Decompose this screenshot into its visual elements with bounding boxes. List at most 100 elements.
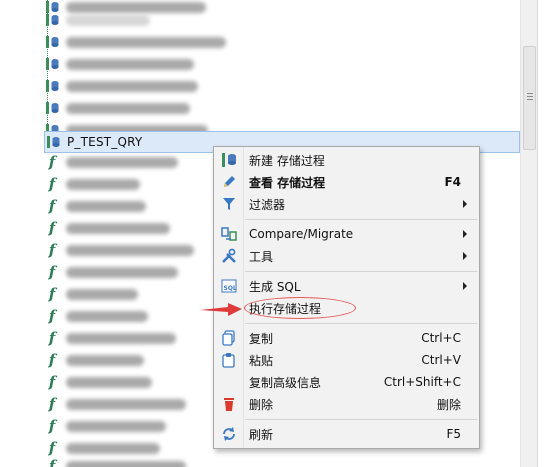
menu-separator	[245, 323, 477, 324]
tree-row-function[interactable]: f	[44, 455, 520, 467]
menu-shortcut: 删除	[436, 397, 461, 412]
redacted-name	[66, 398, 186, 410]
tools-icon	[218, 245, 240, 267]
menu-shortcut: Ctrl+C	[421, 331, 461, 345]
menu-label: 生成 SQL	[249, 279, 301, 294]
menu-label: 查看 存储过程	[249, 175, 326, 190]
procedure-icon	[44, 34, 60, 50]
menu-shortcut: F5	[446, 427, 461, 441]
tree-row-procedure[interactable]	[44, 9, 520, 31]
function-icon: f	[48, 351, 56, 369]
menu-item-view-procedure[interactable]: 查看 存储过程 F4	[216, 171, 477, 193]
function-icon: f	[48, 373, 56, 391]
vertical-scrollbar[interactable]	[520, 0, 537, 467]
menu-label: 粘贴	[249, 353, 274, 368]
svg-text:SQL: SQL	[224, 285, 237, 292]
menu-item-delete[interactable]: 删除 删除	[216, 393, 477, 415]
menu-shortcut: Ctrl+Shift+C	[383, 375, 461, 389]
menu-separator	[245, 219, 477, 220]
function-icon: f	[48, 439, 56, 457]
function-icon: f	[48, 219, 56, 237]
function-icon: f	[48, 285, 56, 303]
compare-icon	[218, 223, 240, 245]
filter-icon	[218, 193, 240, 215]
menu-label: 复制高级信息	[249, 375, 322, 390]
menu-item-generate-sql[interactable]: SQL 生成 SQL	[216, 275, 477, 297]
menu-item-copy[interactable]: 复制 Ctrl+C	[216, 327, 477, 349]
context-menu: 新建 存储过程 查看 存储过程 F4 过滤器 Compare/Migrate 工…	[213, 146, 480, 449]
menu-separator	[245, 419, 477, 420]
menu-item-compare-migrate[interactable]: Compare/Migrate	[216, 223, 477, 245]
redacted-name	[66, 58, 194, 70]
submenu-arrow-icon	[463, 252, 467, 260]
procedure-icon	[45, 134, 61, 150]
redacted-name	[66, 310, 148, 322]
edit-pencil-icon	[218, 171, 240, 193]
menu-label: 刷新	[249, 427, 274, 442]
tree-row-procedure[interactable]	[44, 31, 520, 53]
menu-label: 新建 存储过程	[249, 153, 325, 168]
function-icon: f	[48, 197, 56, 215]
function-icon: f	[48, 153, 56, 171]
submenu-arrow-icon	[463, 282, 467, 290]
menu-label: 工具	[249, 249, 274, 264]
function-icon: f	[48, 241, 56, 259]
submenu-arrow-icon	[463, 230, 467, 238]
redacted-name	[66, 102, 190, 114]
menu-item-filter[interactable]: 过滤器	[216, 193, 477, 215]
function-icon: f	[48, 307, 56, 325]
scrollbar-thumb[interactable]	[523, 46, 536, 150]
function-icon: f	[48, 175, 56, 193]
menu-label: 删除	[249, 397, 274, 412]
tree-row-procedure[interactable]	[44, 53, 520, 75]
redacted-name	[66, 420, 166, 432]
redacted-name	[66, 354, 144, 366]
menu-shortcut: Ctrl+V	[421, 353, 461, 367]
procedure-icon	[44, 100, 60, 116]
refresh-icon	[218, 423, 240, 445]
redacted-name	[66, 442, 160, 454]
redacted-name	[66, 244, 194, 256]
paste-icon	[218, 349, 240, 371]
redacted-name	[66, 288, 138, 300]
procedure-icon	[44, 56, 60, 72]
redacted-name	[66, 156, 178, 168]
redacted-name	[66, 332, 176, 344]
right-panel-edge	[537, 0, 550, 467]
menu-item-paste[interactable]: 粘贴 Ctrl+V	[216, 349, 477, 371]
menu-label: 复制	[249, 331, 274, 346]
function-icon: f	[48, 457, 56, 467]
copy-icon	[218, 327, 240, 349]
annotation-ellipse	[244, 297, 356, 319]
redacted-name	[66, 200, 146, 212]
menu-label: Compare/Migrate	[249, 227, 354, 241]
function-icon: f	[48, 417, 56, 435]
menu-shortcut: F4	[444, 175, 461, 189]
redacted-name	[66, 266, 178, 278]
tree-row-procedure[interactable]	[44, 97, 520, 119]
redacted-name	[66, 178, 140, 190]
function-icon: f	[48, 395, 56, 413]
procedure-icon	[44, 78, 60, 94]
redacted-name	[66, 36, 226, 48]
new-procedure-icon	[218, 149, 240, 171]
redacted-name	[66, 460, 186, 467]
annotation-arrow-icon	[200, 303, 242, 316]
redacted-name	[66, 80, 198, 92]
menu-item-refresh[interactable]: 刷新 F5	[216, 423, 477, 445]
function-icon: f	[48, 329, 56, 347]
submenu-arrow-icon	[463, 200, 467, 208]
procedure-icon	[44, 12, 60, 28]
tree-row-procedure[interactable]	[44, 75, 520, 97]
sql-icon: SQL	[218, 275, 240, 297]
selected-procedure-name: P_TEST_QRY	[67, 135, 143, 149]
function-icon: f	[48, 263, 56, 281]
menu-item-new-procedure[interactable]: 新建 存储过程	[216, 149, 477, 171]
redacted-name	[66, 222, 170, 234]
delete-icon	[218, 393, 240, 415]
menu-item-copy-advanced[interactable]: 复制高级信息 Ctrl+Shift+C	[216, 371, 477, 393]
menu-separator	[245, 271, 477, 272]
redacted-name	[66, 376, 152, 388]
menu-item-tools[interactable]: 工具	[216, 245, 477, 267]
menu-label: 过滤器	[249, 197, 286, 212]
